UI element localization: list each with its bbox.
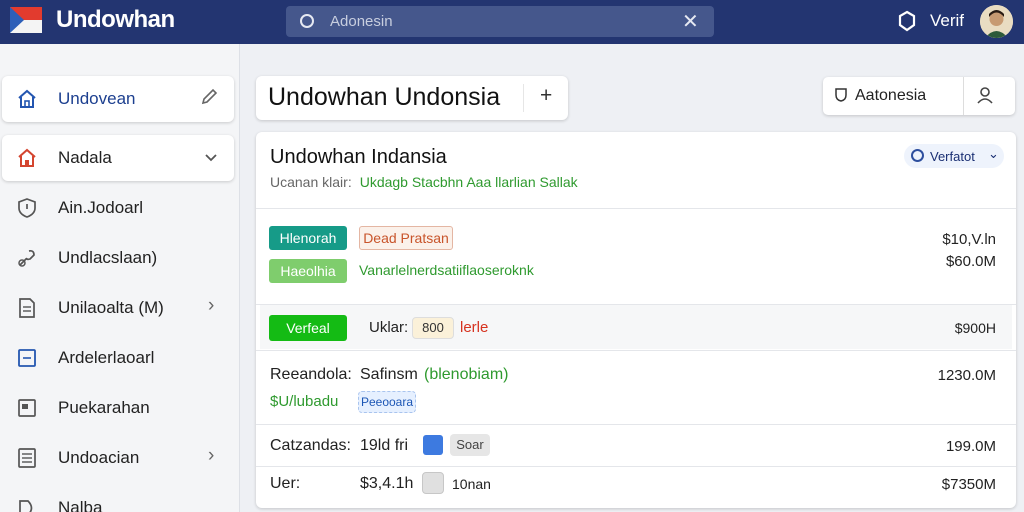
sidebar-item-label: Unilaoalta (M) — [58, 298, 164, 317]
row-value: (blenobiam) — [424, 366, 509, 383]
main-panel: Undowhan Indansia Ucanan klair: Ukdagb St… — [256, 132, 1016, 508]
sidebar-item-label: Puekarahan — [58, 398, 150, 417]
top-bar: Undowhan ✕ Verif — [0, 0, 1024, 44]
row-label: Reeandola: — [270, 366, 352, 383]
status-badge: Hlenorah — [269, 226, 347, 250]
amount-value: $7350M — [941, 476, 996, 493]
filter-dropdown[interactable]: Aatonesia — [823, 77, 1015, 115]
list-icon — [18, 448, 36, 468]
row-value: $3,4.1h — [360, 475, 414, 492]
circle-icon — [911, 149, 924, 162]
document-icon — [19, 298, 35, 318]
sidebar-item-nadala[interactable]: Nadala — [2, 135, 234, 181]
amount-value: 199.0M — [945, 438, 996, 455]
shield-icon — [835, 88, 847, 102]
sidebar-item-puekarahan[interactable]: Puekarahan — [2, 385, 234, 431]
sidebar-item-label: Undlacslaan) — [58, 248, 158, 267]
sidebar-item-undoacian[interactable]: Undoacian › — [2, 435, 234, 481]
divider — [523, 84, 524, 112]
row-value: Safinsm — [360, 366, 418, 383]
status-badge: Dead Pratsan — [359, 226, 453, 250]
home-icon — [18, 89, 36, 108]
subtitle-label: Ucanan klair: — [270, 174, 352, 190]
sidebar-item-label: Nalba — [58, 498, 103, 512]
subtitle-value: Ukdagb Stacbhn Aaa llarlian Sallak — [359, 174, 578, 190]
amount-value: $60.0M — [945, 253, 996, 270]
filter-label: Aatonesia — [855, 87, 927, 104]
divider — [256, 208, 1016, 209]
link-icon — [18, 249, 35, 267]
folder-icon — [18, 399, 36, 417]
sidebar-item-label: Nadala — [58, 148, 112, 167]
divider — [256, 304, 1016, 305]
panel-title: Undowhan Indansia — [270, 146, 447, 168]
chevron-right-icon[interactable]: › — [208, 295, 214, 317]
calendar-icon — [18, 349, 36, 367]
sidebar-item-label: Undovean — [58, 89, 136, 108]
row-value: 19ld fri — [360, 437, 409, 454]
tag-chip[interactable]: Peeooara — [358, 391, 416, 413]
shield-icon — [18, 198, 36, 218]
search-bar[interactable]: ✕ — [286, 6, 714, 37]
panel-subtitle: Ucanan klair: Ukdagb Stacbhn Aaa llarlian… — [270, 174, 578, 190]
row-label: Uklar: — [369, 319, 409, 336]
row-label: Uer: — [270, 475, 301, 492]
amount-value: $900H — [954, 320, 996, 336]
sidebar-item-ardelerlaoarl[interactable]: Ardelerlaoarl — [2, 335, 234, 381]
tag-icon — [19, 500, 33, 512]
close-icon[interactable]: ✕ — [682, 9, 699, 34]
row-value: 10nan — [452, 476, 491, 492]
row-label: $U/lubadu — [270, 393, 339, 410]
home-icon — [18, 148, 36, 167]
user-icon[interactable] — [975, 85, 995, 105]
divider — [963, 77, 964, 115]
info-icon[interactable] — [423, 435, 443, 455]
divider — [256, 466, 1016, 467]
status-badge: Haeolhia — [269, 259, 347, 283]
user-name[interactable]: Verif — [930, 11, 964, 31]
status-dropdown[interactable]: Verfatot ⌄ — [904, 144, 1004, 168]
logo-flag-icon — [10, 7, 42, 33]
add-button[interactable]: + — [540, 84, 552, 108]
tag-chip[interactable]: Soar — [450, 434, 490, 456]
amount-value: 1230.0M — [937, 367, 996, 384]
avatar-icon — [980, 5, 1013, 38]
row-label: Catzandas: — [270, 437, 351, 454]
amount-value: $10,V.ln — [942, 231, 996, 248]
app-brand[interactable]: Undowhan — [56, 6, 175, 34]
page-title-card: Undowhan Undonsia + — [256, 76, 568, 120]
sidebar-item-unilaoalta[interactable]: Unilaoalta (M) › — [2, 285, 234, 331]
chevron-right-icon[interactable]: › — [208, 445, 214, 467]
sidebar-item-label: Ain.Jodoarl — [58, 198, 144, 217]
chevron-down-icon[interactable] — [204, 151, 218, 165]
sidebar-item-label: Ardelerlaoarl — [58, 348, 155, 367]
checkbox-icon[interactable] — [422, 472, 444, 494]
shield-icon[interactable] — [897, 10, 917, 32]
sidebar-item-label: Undoacian — [58, 448, 140, 467]
sidebar-item-undlacslaan[interactable]: Undlacslaan) — [2, 235, 234, 281]
chevron-down-icon: ⌄ — [988, 146, 999, 161]
page-title: Undowhan Undonsia — [268, 83, 501, 111]
row-description: Vanarlelnerdsatiiflaoseroknk — [359, 262, 534, 278]
sidebar: Undovean Nadala Ain.Jodoarl Undlacslaan)… — [0, 44, 240, 512]
search-input[interactable] — [330, 11, 650, 32]
avatar[interactable] — [980, 5, 1013, 38]
row-value: lerle — [460, 319, 489, 336]
edit-icon[interactable] — [200, 88, 218, 106]
status-label: Verfatot — [930, 149, 975, 164]
sidebar-item-nalba[interactable]: Nalba — [2, 485, 234, 512]
search-icon — [300, 14, 314, 28]
sidebar-item-undovean[interactable]: Undovean — [2, 76, 234, 122]
verify-button[interactable]: Verfeal — [269, 315, 347, 341]
sidebar-item-ainjodoarl[interactable]: Ain.Jodoarl — [2, 185, 234, 231]
count-badge: 800 — [412, 317, 454, 339]
divider — [256, 350, 1016, 351]
divider — [256, 424, 1016, 425]
